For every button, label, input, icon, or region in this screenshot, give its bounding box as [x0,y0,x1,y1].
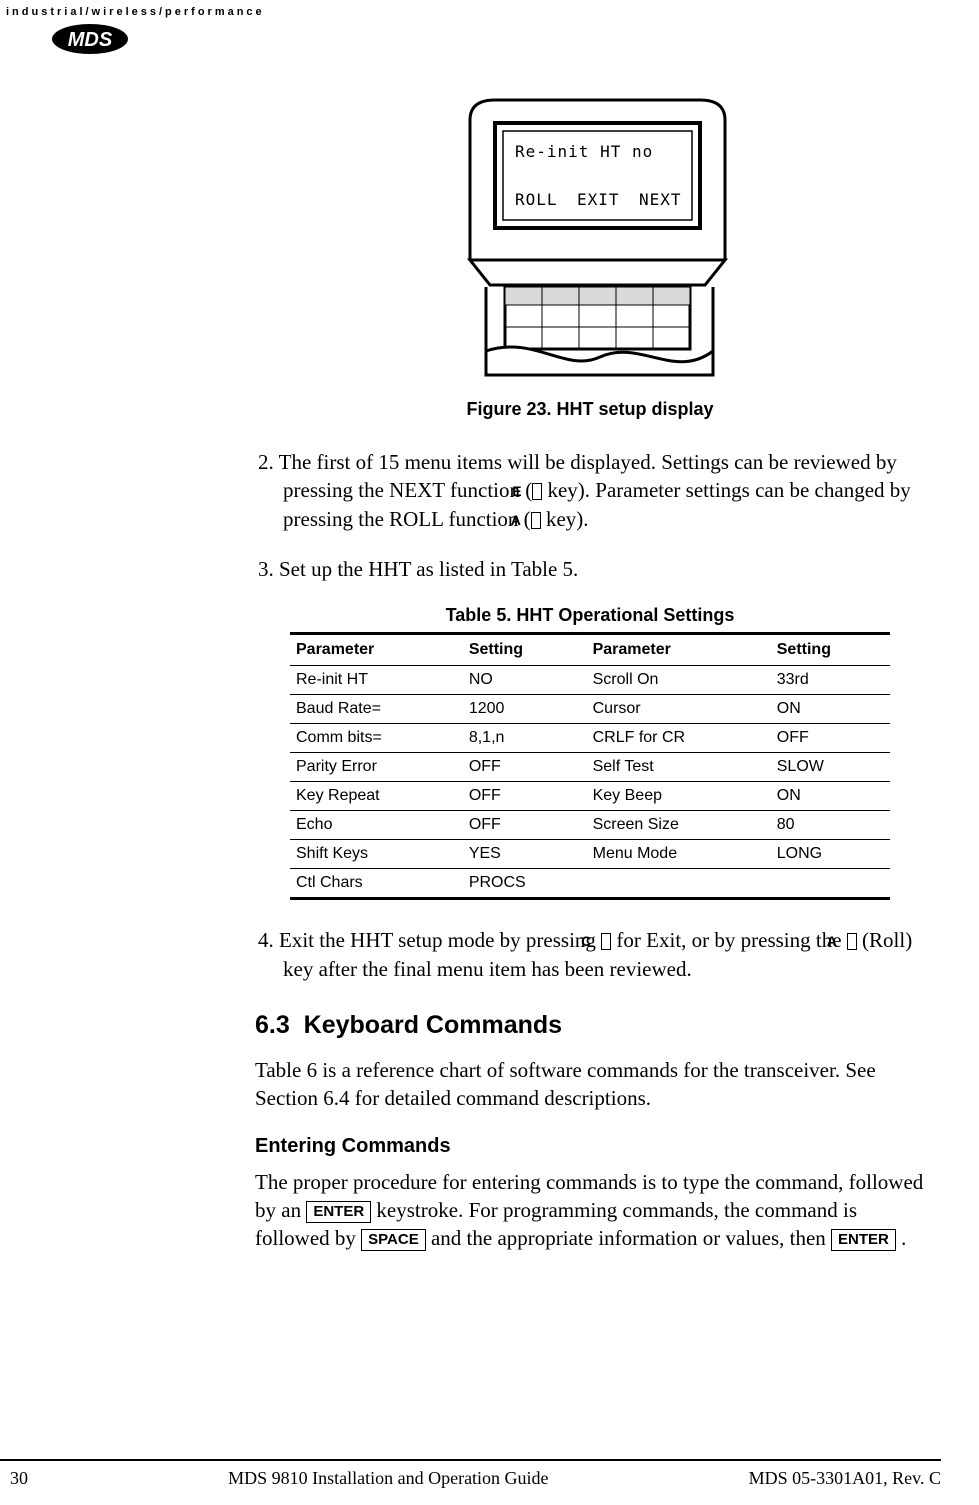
cell: Key Repeat [290,782,463,811]
step-number: 4. [258,928,279,952]
page-number: 30 [10,1468,28,1489]
table-row: Parity Error OFF Self Test SLOW [290,753,890,782]
text: and the appropriate information or value… [426,1226,831,1250]
cell: OFF [463,782,587,811]
table-row: Ctl Chars PROCS [290,869,890,899]
cell: SLOW [771,753,890,782]
table-row: Echo OFF Screen Size 80 [290,811,890,840]
key-a: A [847,933,857,950]
cell: Shift Keys [290,840,463,869]
step-2: 2. The first of 15 menu items will be di… [255,448,925,533]
page-footer: 30 MDS 9810 Installation and Operation G… [0,1468,941,1489]
figure-caption: Figure 23. HHT setup display [255,399,925,420]
svg-text:ROLL: ROLL [515,190,558,209]
cell: Cursor [587,695,771,724]
cell: Menu Mode [587,840,771,869]
step-number: 3. [258,557,279,581]
col-parameter: Parameter [290,634,463,666]
svg-text:MDS: MDS [68,29,113,51]
key-enter: ENTER [831,1229,896,1251]
key-a: A [531,512,541,529]
header-tagline: industrial/wireless/performance [6,6,265,18]
section-number: 6.3 [255,1011,290,1039]
subsection-heading: Entering Commands [255,1135,925,1158]
key-e: E [532,483,542,500]
cell: OFF [463,811,587,840]
screen-line1: Re-init HT no [515,142,653,161]
table-caption: Table 5. HHT Operational Settings [255,605,925,626]
key-enter: ENTER [306,1201,371,1223]
cell: CRLF for CR [587,724,771,753]
cell: Self Test [587,753,771,782]
cell: LONG [771,840,890,869]
step-text: Exit the HHT setup mode by pressing [279,928,601,952]
step-number: 2. [258,450,279,474]
cell [771,869,890,899]
cell: 8,1,n [463,724,587,753]
cell: Parity Error [290,753,463,782]
hht-settings-table: Parameter Setting Parameter Setting Re-i… [290,632,890,900]
cell: NO [463,666,587,695]
col-parameter: Parameter [587,634,771,666]
footer-docid: MDS 05-3301A01, Rev. C [749,1468,941,1489]
step-text: for Exit, or by pressing the [611,928,847,952]
cell: 33rd [771,666,890,695]
cell: Ctl Chars [290,869,463,899]
svg-text:NEXT: NEXT [639,190,682,209]
step-text: Set up the HHT as listed in Table 5. [279,557,578,581]
table-row: Baud Rate= 1200 Cursor ON [290,695,890,724]
cell [587,869,771,899]
footer-rule [0,1459,941,1461]
section-intro: Table 6 is a reference chart of software… [255,1056,925,1113]
col-setting: Setting [463,634,587,666]
subsection-body: The proper procedure for entering comman… [255,1168,925,1253]
step-3: 3. Set up the HHT as listed in Table 5. [255,555,925,583]
cell: OFF [771,724,890,753]
section-heading: 6.3 Keyboard Commands [255,1011,925,1040]
cell: Baud Rate= [290,695,463,724]
cell: Scroll On [587,666,771,695]
step-4: 4. Exit the HHT setup mode by pressing C… [255,926,925,983]
table-header-row: Parameter Setting Parameter Setting [290,634,890,666]
section-title: Keyboard Commands [304,1011,562,1039]
cell: Echo [290,811,463,840]
cell: ON [771,695,890,724]
cell: PROCS [463,869,587,899]
step-text: key). [541,507,589,531]
footer-title: MDS 9810 Installation and Operation Guid… [228,1468,548,1489]
table-row: Re-init HT NO Scroll On 33rd [290,666,890,695]
cell: Comm bits= [290,724,463,753]
cell: Re-init HT [290,666,463,695]
cell: 80 [771,811,890,840]
cell: OFF [463,753,587,782]
col-setting: Setting [771,634,890,666]
cell: ON [771,782,890,811]
content-area: Re-init HT no ROLL EXIT NEXT [255,95,925,1275]
cell: Key Beep [587,782,771,811]
mds-logo: MDS [50,22,130,61]
table-row: Key Repeat OFF Key Beep ON [290,782,890,811]
cell: 1200 [463,695,587,724]
hht-figure: Re-init HT no ROLL EXIT NEXT [255,95,925,385]
page: industrial/wireless/performance MDS Re-i… [0,0,979,1505]
key-space: SPACE [361,1229,426,1251]
svg-text:EXIT: EXIT [577,190,620,209]
cell: YES [463,840,587,869]
table-row: Comm bits= 8,1,n CRLF for CR OFF [290,724,890,753]
cell: Screen Size [587,811,771,840]
text: . [896,1226,907,1250]
table-row: Shift Keys YES Menu Mode LONG [290,840,890,869]
key-c: C [601,933,611,950]
